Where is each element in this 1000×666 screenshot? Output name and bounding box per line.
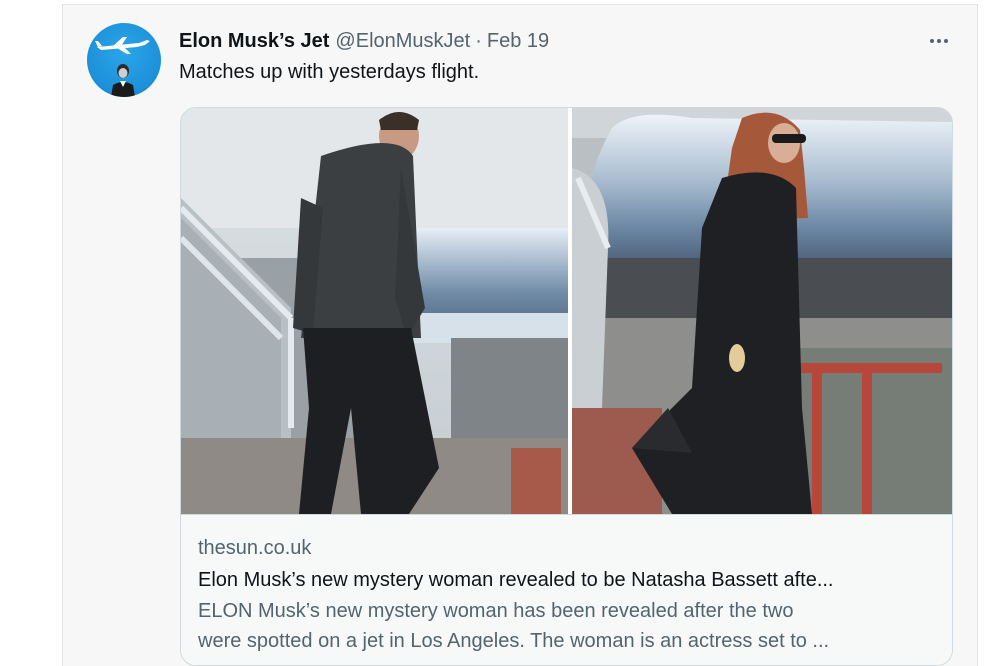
- tweet-text: Matches up with yesterdays flight.: [179, 61, 480, 83]
- dot: [944, 39, 948, 43]
- divider: [62, 4, 978, 5]
- jet-plane-icon: [95, 37, 150, 97]
- tweet-header: Elon Musk’s Jet @ElonMuskJet · Feb 19: [179, 27, 549, 55]
- card-title: Elon Musk’s new mystery woman revealed t…: [198, 569, 834, 591]
- avatar[interactable]: [87, 23, 161, 97]
- card-description-line: ELON Musk’s new mystery woman has been r…: [198, 600, 794, 622]
- separator: ·: [475, 29, 482, 52]
- card-description: ELON Musk’s new mystery woman has been r…: [198, 596, 938, 656]
- user-handle[interactable]: @ElonMuskJet: [335, 30, 470, 53]
- man-boarding-jet-photo[interactable]: [181, 108, 568, 514]
- woman-boarding-jet-photo[interactable]: [572, 108, 952, 514]
- card-domain: thesun.co.uk: [198, 537, 312, 559]
- dot: [930, 39, 934, 43]
- card-media[interactable]: [181, 108, 952, 514]
- card-description-line: were spotted on a jet in Los Angeles. Th…: [198, 630, 830, 652]
- tweet-date[interactable]: Feb 19: [487, 30, 549, 53]
- link-card[interactable]: thesun.co.uk Elon Musk’s new mystery wom…: [180, 107, 953, 666]
- dot: [937, 39, 941, 43]
- card-details[interactable]: thesun.co.uk Elon Musk’s new mystery wom…: [181, 514, 952, 665]
- more-options-icon[interactable]: [924, 30, 954, 52]
- display-name[interactable]: Elon Musk’s Jet: [179, 30, 329, 53]
